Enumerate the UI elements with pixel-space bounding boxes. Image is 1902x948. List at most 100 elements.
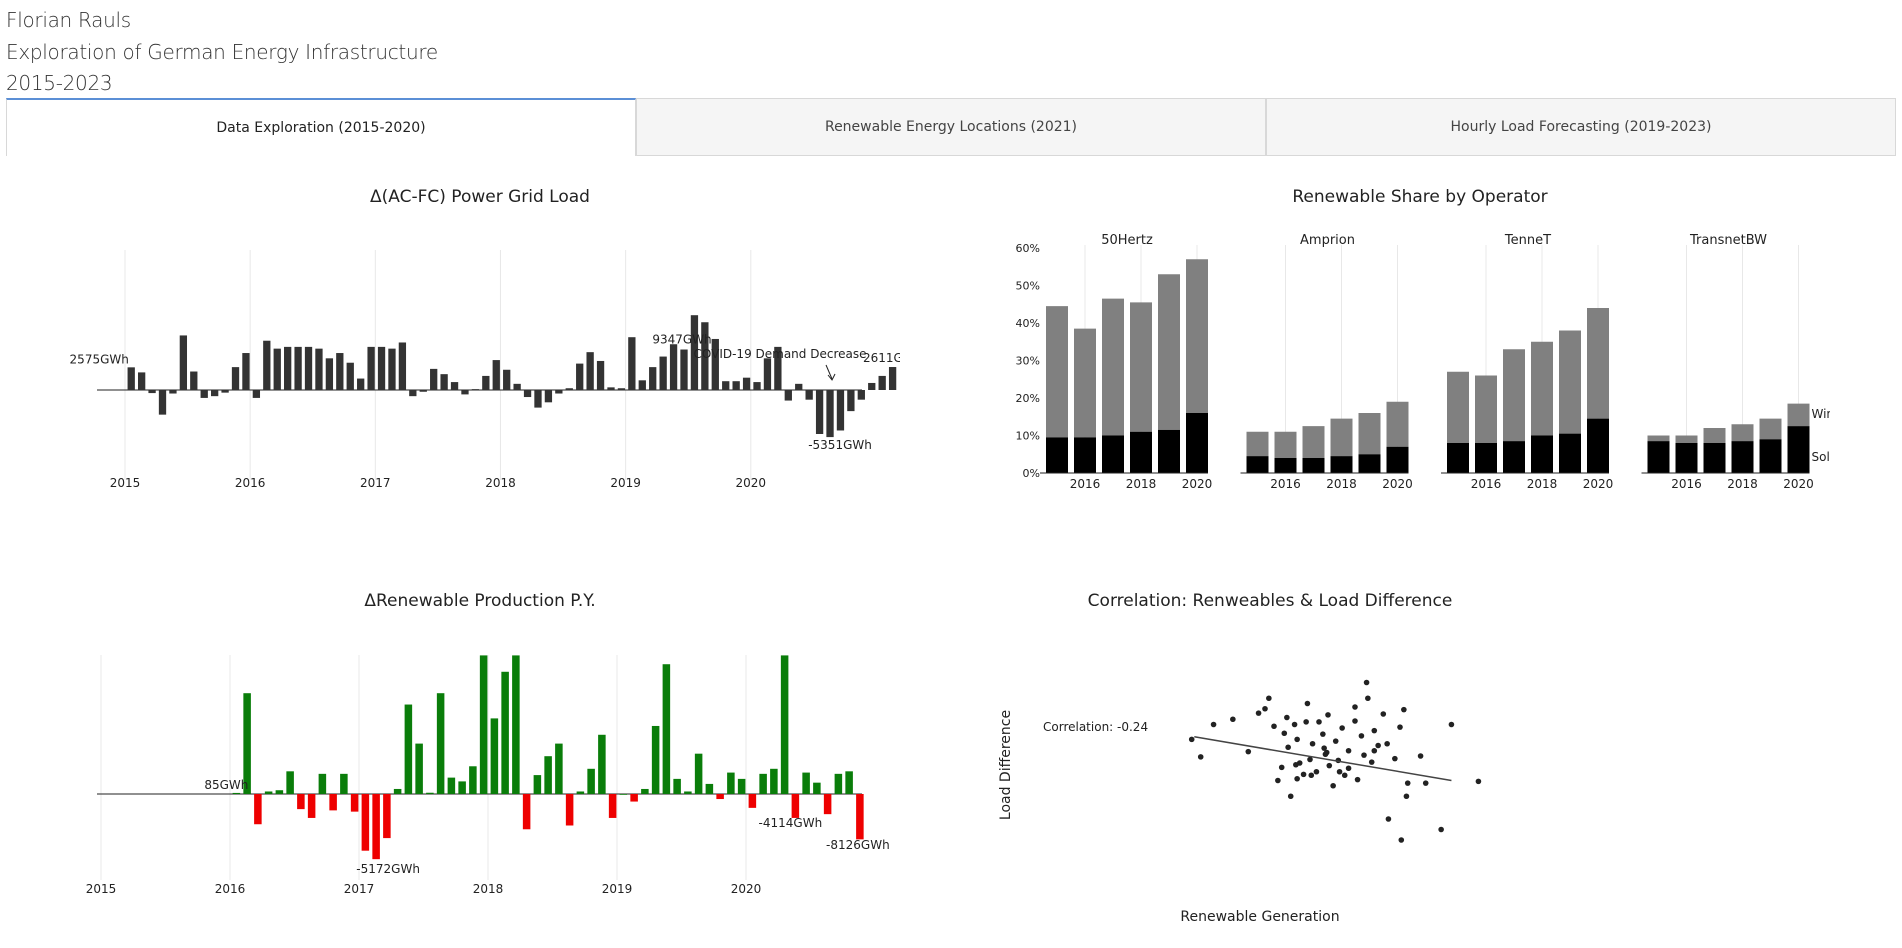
author-name: Florian Rauls bbox=[6, 8, 131, 32]
bar-wind bbox=[1130, 302, 1152, 432]
bar bbox=[784, 390, 792, 401]
bar bbox=[513, 383, 521, 390]
bar bbox=[383, 794, 391, 839]
scatter-point bbox=[1294, 736, 1300, 743]
bar bbox=[684, 791, 692, 794]
bar bbox=[490, 718, 499, 794]
bar bbox=[409, 390, 417, 397]
bar bbox=[802, 772, 810, 794]
scatter-point bbox=[1448, 721, 1455, 728]
scatter-point bbox=[1326, 762, 1333, 769]
scatter-point bbox=[1403, 793, 1410, 800]
correlation-scatter-chart: Correlation: -0.24 Renewable Generation Lo… bbox=[998, 679, 1482, 925]
x-tick-label: 2018 bbox=[1727, 477, 1758, 491]
bar-solar bbox=[1186, 413, 1208, 473]
scatter-point bbox=[1438, 826, 1444, 833]
bar-wind bbox=[1731, 424, 1754, 442]
scatter-point bbox=[1401, 706, 1407, 713]
renewable-production-chart: 2015 2016 2017 2018 2019 2020 85GWh -5172GWh -41… bbox=[86, 655, 890, 896]
bar-wind bbox=[1330, 418, 1353, 457]
bar bbox=[232, 792, 241, 794]
scatter-point bbox=[1262, 705, 1268, 712]
bar bbox=[286, 771, 294, 794]
bar-solar bbox=[1531, 435, 1553, 473]
scatter-point bbox=[1354, 776, 1361, 783]
y-tick-label: 30% bbox=[1016, 355, 1040, 368]
bar-solar bbox=[1330, 456, 1353, 473]
bar bbox=[231, 367, 240, 390]
bar bbox=[669, 344, 678, 390]
scatter-point bbox=[1475, 778, 1482, 785]
bar bbox=[211, 390, 219, 397]
bar bbox=[565, 794, 574, 826]
bar-wind bbox=[1358, 413, 1381, 455]
bar-solar bbox=[1158, 429, 1180, 473]
bar bbox=[440, 374, 448, 390]
bar bbox=[888, 367, 897, 390]
y-tick-label: 50% bbox=[1016, 280, 1040, 293]
bar-wind bbox=[1102, 298, 1124, 436]
x-tick-label: 2018 bbox=[473, 882, 504, 896]
bar bbox=[598, 734, 606, 794]
data-label: 9347GWh bbox=[652, 333, 711, 347]
bar bbox=[533, 775, 542, 794]
bar bbox=[815, 390, 824, 434]
bar bbox=[458, 781, 466, 794]
bar bbox=[662, 664, 671, 794]
bar-wind bbox=[1703, 428, 1726, 443]
bar bbox=[415, 743, 423, 794]
scatter-point bbox=[1294, 775, 1300, 782]
scatter-point bbox=[1284, 714, 1290, 721]
bar bbox=[522, 794, 531, 830]
bar-solar bbox=[1703, 443, 1726, 473]
x-tick-label: 2020 bbox=[736, 476, 767, 490]
bar bbox=[372, 794, 380, 860]
bar bbox=[856, 794, 864, 840]
bar bbox=[325, 358, 334, 390]
scatter-point bbox=[1245, 748, 1252, 755]
tab-data-exploration[interactable]: Data Exploration (2015-2020) bbox=[6, 98, 636, 156]
bar bbox=[586, 352, 594, 390]
series-label-wind: Wind bbox=[1812, 407, 1831, 421]
bar-wind bbox=[1531, 341, 1553, 436]
bar bbox=[826, 390, 834, 438]
bar bbox=[148, 390, 156, 394]
bar bbox=[705, 783, 714, 794]
bar bbox=[398, 342, 407, 390]
bar bbox=[221, 390, 229, 393]
bar bbox=[275, 790, 284, 794]
bar bbox=[336, 353, 344, 390]
scatter-point bbox=[1352, 704, 1358, 710]
tab-renewable-locations[interactable]: Renewable Energy Locations (2021) bbox=[636, 98, 1266, 156]
bar bbox=[254, 794, 262, 825]
bar bbox=[318, 773, 327, 794]
bar bbox=[404, 704, 413, 794]
bar bbox=[512, 655, 520, 794]
panel-title: 50Hertz bbox=[1101, 233, 1153, 248]
bar-solar bbox=[1274, 458, 1297, 473]
bar bbox=[596, 360, 605, 390]
scatter-point bbox=[1371, 747, 1378, 754]
scatter-point bbox=[1197, 754, 1204, 760]
x-tick-label: 2018 bbox=[1126, 477, 1157, 491]
bar bbox=[649, 367, 657, 390]
bar-wind bbox=[1787, 403, 1810, 427]
bar bbox=[329, 794, 337, 811]
chart-title-renewable-production: ΔRenewable Production P.Y. bbox=[364, 591, 596, 611]
scatter-point bbox=[1330, 782, 1336, 789]
scatter-point bbox=[1417, 753, 1424, 759]
data-label: -8126GWh bbox=[826, 838, 890, 852]
correlation-annotation: Correlation: -0.24 bbox=[1043, 720, 1148, 734]
bar bbox=[576, 791, 585, 794]
scatter-point bbox=[1287, 793, 1294, 800]
x-tick-label: 2016 bbox=[1070, 477, 1101, 491]
bar bbox=[469, 766, 477, 794]
bar-wind bbox=[1447, 371, 1469, 443]
tab-hourly-load-forecasting[interactable]: Hourly Load Forecasting (2019-2023) bbox=[1266, 98, 1896, 156]
data-label: -4114GWh bbox=[759, 816, 823, 830]
bar-wind bbox=[1158, 274, 1180, 430]
renewable-share-chart: 0% 10% 20% 30% 40% 50% 60% 2016 2018 2020 50Hertz 2… bbox=[1016, 233, 1831, 491]
scatter-point bbox=[1210, 721, 1217, 728]
bar-wind bbox=[1587, 308, 1609, 419]
bar-wind bbox=[1559, 330, 1581, 434]
